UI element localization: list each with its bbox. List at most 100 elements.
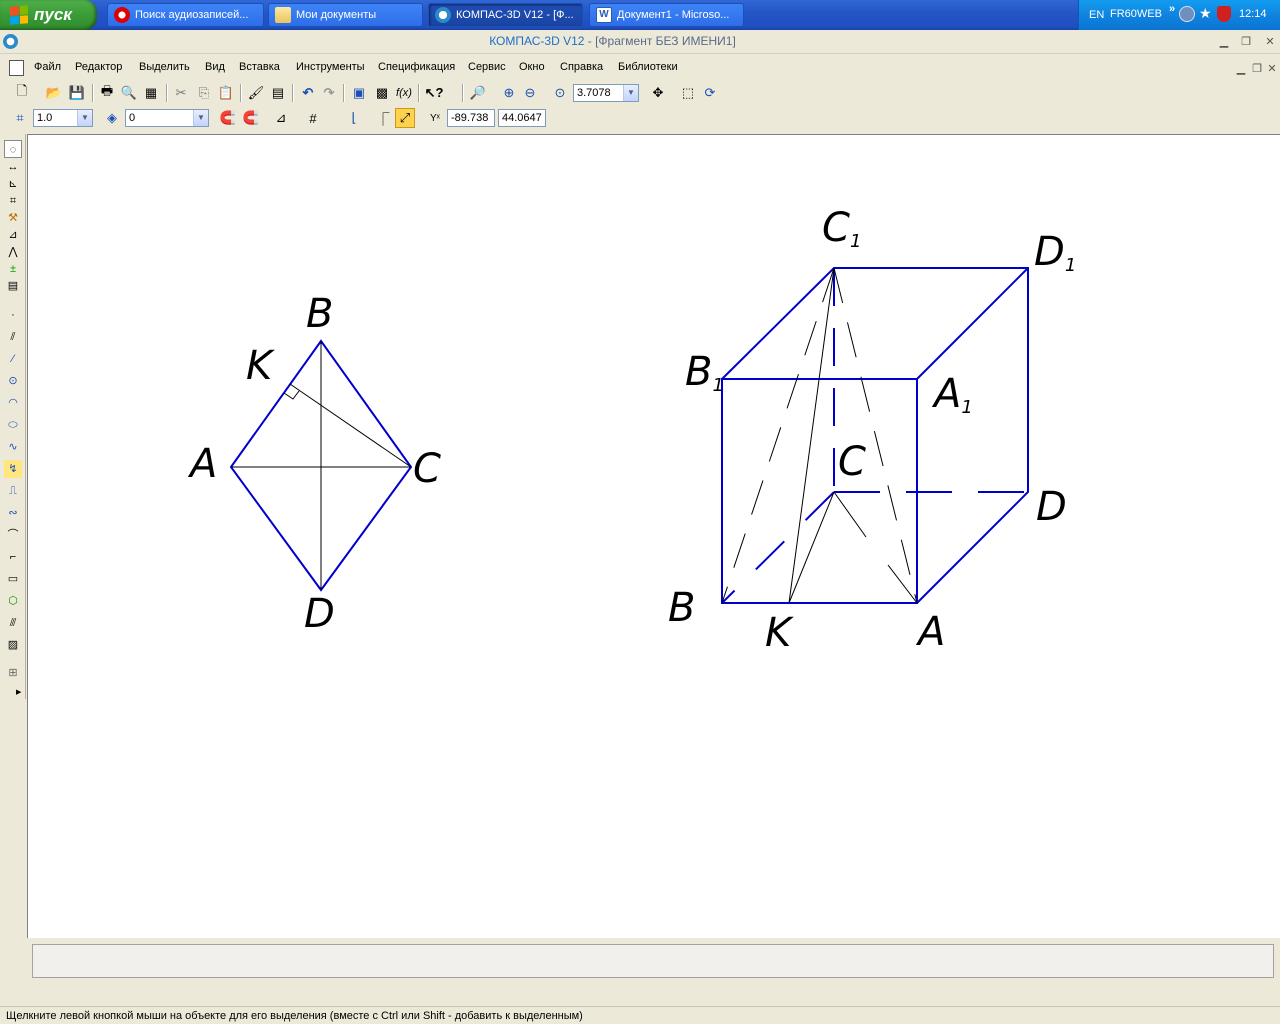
save-icon[interactable]: 💾 (67, 83, 87, 103)
circle-icon[interactable]: ⊙ (4, 372, 22, 390)
orthogonal-icon[interactable]: ⊿ (271, 108, 291, 128)
grid-icon[interactable]: # (303, 108, 323, 128)
word-icon: W (596, 7, 612, 23)
zoom-in-icon[interactable]: ⊕ (499, 83, 519, 103)
rhombus-label-k: K (246, 343, 275, 389)
coordinate-x-field[interactable]: -89.738 (447, 109, 495, 127)
menu-window[interactable]: Окно (519, 61, 545, 73)
language-indicator[interactable]: EN (1089, 9, 1104, 21)
spline-icon[interactable]: ∿ (4, 438, 22, 456)
menu-view[interactable]: Вид (205, 61, 225, 73)
close-button[interactable]: ✕ (1262, 35, 1278, 49)
layer-icon[interactable]: ◈ (102, 108, 122, 128)
edit-tab-icon[interactable]: ⌗ (4, 192, 22, 210)
dimensions-tab-icon[interactable]: ↔ (4, 158, 22, 176)
show-all-icon[interactable]: ⬚ (678, 83, 698, 103)
point-tool-icon[interactable]: · (4, 306, 22, 324)
minimize-button[interactable]: ▁ (1216, 35, 1232, 49)
collection-icon[interactable]: ⊞ (4, 664, 22, 682)
geometry-tab-icon[interactable]: ◌ (4, 140, 22, 158)
doc-minimize-button[interactable]: ▁ (1233, 62, 1249, 76)
back-arrow-icon[interactable] (1179, 6, 1195, 22)
menu-specification[interactable]: Спецификация (378, 61, 455, 73)
taskbar-item-my-documents[interactable]: Мои документы (268, 3, 423, 27)
menu-edit[interactable]: Редактор (75, 61, 122, 73)
zoom-out-icon[interactable]: ⊖ (520, 83, 540, 103)
variables-fx-icon[interactable]: f(x) (394, 83, 414, 103)
zoom-window-icon[interactable]: 🔎 (468, 83, 488, 103)
segment-icon[interactable]: ⁄ (4, 350, 22, 368)
rectangle-icon[interactable]: ▭ (4, 570, 22, 588)
taskbar-item-word[interactable]: W Документ1 - Microso... (589, 3, 744, 27)
arc-icon[interactable]: ◠ (4, 394, 22, 412)
manager-icon[interactable]: ▣ (349, 83, 369, 103)
menu-file[interactable]: Файл (34, 61, 61, 73)
star-icon[interactable]: ★ (1199, 5, 1212, 22)
ellipse-icon[interactable]: ⬭ (4, 416, 22, 434)
equidistant-icon[interactable]: ⫻ (4, 614, 22, 632)
hatch-icon[interactable]: ▨ (4, 636, 22, 654)
document-icon[interactable] (9, 60, 24, 76)
pan-icon[interactable]: ✥ (648, 83, 668, 103)
symbols-tab-icon[interactable]: ⊾ (4, 175, 22, 193)
redo-icon[interactable]: ↷ (319, 83, 339, 103)
local-snap-icon[interactable]: 🧲 (241, 108, 261, 128)
print-icon[interactable]: 🖶 (97, 83, 117, 103)
copy-icon[interactable]: ⎘ (194, 83, 214, 103)
reports-tab-icon[interactable]: ▤ (4, 277, 22, 295)
spec-tab-icon[interactable]: ± (4, 260, 22, 278)
menu-service[interactable]: Сервис (468, 61, 506, 73)
panel-expand-icon[interactable]: ▶ (16, 688, 21, 696)
coordinate-y-field[interactable]: 44.0647 (498, 109, 546, 127)
fillet-icon[interactable]: ⌒ (4, 526, 22, 544)
step-combobox[interactable]: 1.0 ▼ (33, 109, 93, 127)
print-preview-icon[interactable]: 🔍 (119, 83, 139, 103)
shield-icon[interactable] (1217, 6, 1231, 22)
chevron-down-icon[interactable]: ▼ (623, 85, 638, 101)
measure-tab-icon[interactable]: ⊿ (4, 226, 22, 244)
doc-close-button[interactable]: ✕ (1264, 62, 1280, 76)
grid-step-icon[interactable]: ⌗ (10, 108, 30, 128)
chamfer-icon[interactable]: ⌐ (4, 548, 22, 566)
zoom-scale-icon[interactable]: ⊙ (550, 83, 570, 103)
menu-libraries[interactable]: Библиотеки (618, 61, 678, 73)
nurbs-icon[interactable]: ∾ (4, 504, 22, 522)
properties-icon[interactable]: ▦ (141, 83, 161, 103)
select-tab-icon[interactable]: ⋀ (4, 243, 22, 261)
polyline-icon[interactable]: ⎍ (4, 482, 22, 500)
zoom-combobox[interactable]: 3.7078 ▼ (573, 84, 639, 102)
paste-icon[interactable]: 📋 (216, 83, 236, 103)
taskbar-item-kompas[interactable]: КОМПАС-3D V12 - [Ф... (428, 3, 583, 27)
parametrization-tab-icon[interactable]: ⚒ (4, 209, 22, 227)
new-document-icon[interactable]: 🗋 (12, 83, 32, 103)
tray-expand-icon[interactable]: » (1169, 3, 1175, 15)
taskbar-item-opera[interactable]: Поиск аудиозаписей... (107, 3, 264, 27)
open-folder-icon[interactable]: 📂 (44, 83, 64, 103)
coordinate-system-icon[interactable]: ⌊ (344, 108, 364, 128)
start-button[interactable]: пуск (0, 0, 97, 30)
doc-restore-button[interactable]: ❐ (1249, 62, 1265, 76)
format-brush-icon[interactable]: 🖌 (246, 83, 266, 103)
menu-tools[interactable]: Инструменты (296, 61, 365, 73)
cut-icon[interactable]: ✂ (171, 83, 191, 103)
restore-button[interactable]: ❐ (1238, 35, 1254, 49)
chevron-down-icon[interactable]: ▼ (193, 110, 208, 126)
help-pointer-icon[interactable]: ↖? (424, 83, 444, 103)
layer-combobox[interactable]: 0 ▼ (125, 109, 209, 127)
snap-magnet-icon[interactable]: 🧲 (218, 108, 238, 128)
list-icon[interactable]: ▤ (268, 83, 288, 103)
menu-help[interactable]: Справка (560, 61, 603, 73)
menu-select[interactable]: Выделить (139, 61, 190, 73)
undo-icon[interactable]: ↶ (298, 83, 318, 103)
command-field[interactable] (32, 944, 1274, 978)
refresh-icon[interactable]: ⟳ (700, 83, 720, 103)
auxiliary-line-icon[interactable]: ⫽ (4, 328, 22, 346)
chevron-down-icon[interactable]: ▼ (77, 110, 92, 126)
ortho-mode-icon[interactable]: ⎾ (373, 108, 393, 128)
drawing-canvas[interactable]: A B C D K C1 D1 B1 A1 C D B K A (27, 134, 1280, 938)
menu-insert[interactable]: Вставка (239, 61, 280, 73)
polygon-icon[interactable]: ⬡ (4, 592, 22, 610)
round-icon[interactable]: ⤢ (395, 108, 415, 128)
layers-icon[interactable]: ▩ (372, 83, 392, 103)
bezier-icon[interactable]: ↯ (4, 460, 22, 478)
